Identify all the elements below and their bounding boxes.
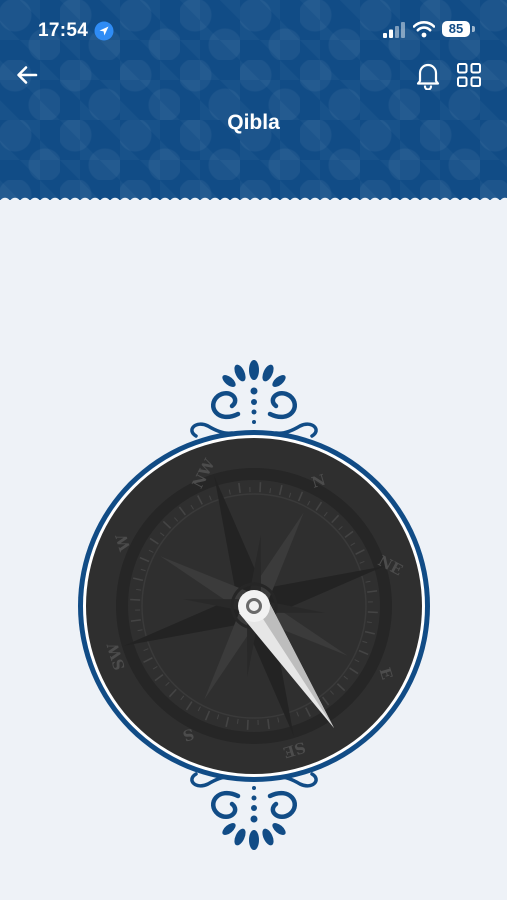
page-title: Qibla <box>227 111 280 134</box>
grid-icon[interactable] <box>456 62 482 88</box>
compass-tick <box>367 611 378 614</box>
compass-tick <box>246 719 249 730</box>
back-arrow-icon[interactable] <box>14 62 40 88</box>
status-time: 17:54 <box>38 20 89 41</box>
compass-tick <box>130 598 141 601</box>
qibla-compass: N NE E SE S SW W NW <box>78 360 430 850</box>
compass-bottom-ornament <box>190 772 318 850</box>
cellular-signal-icon <box>383 22 405 38</box>
compass-tick <box>236 718 239 724</box>
location-arrow-icon <box>94 21 114 41</box>
status-bar: 17:54 85 <box>0 0 507 58</box>
compass-tick <box>136 588 142 591</box>
bell-icon[interactable] <box>414 60 442 90</box>
compass-tick <box>269 488 272 494</box>
header-scalloped-edge <box>0 193 507 203</box>
battery-tip <box>472 26 475 32</box>
compass-tick <box>366 621 372 624</box>
battery-indicator: 85 <box>442 21 470 37</box>
wifi-icon <box>413 21 435 38</box>
compass-top-ornament <box>190 360 318 438</box>
compass-tick <box>259 482 262 493</box>
